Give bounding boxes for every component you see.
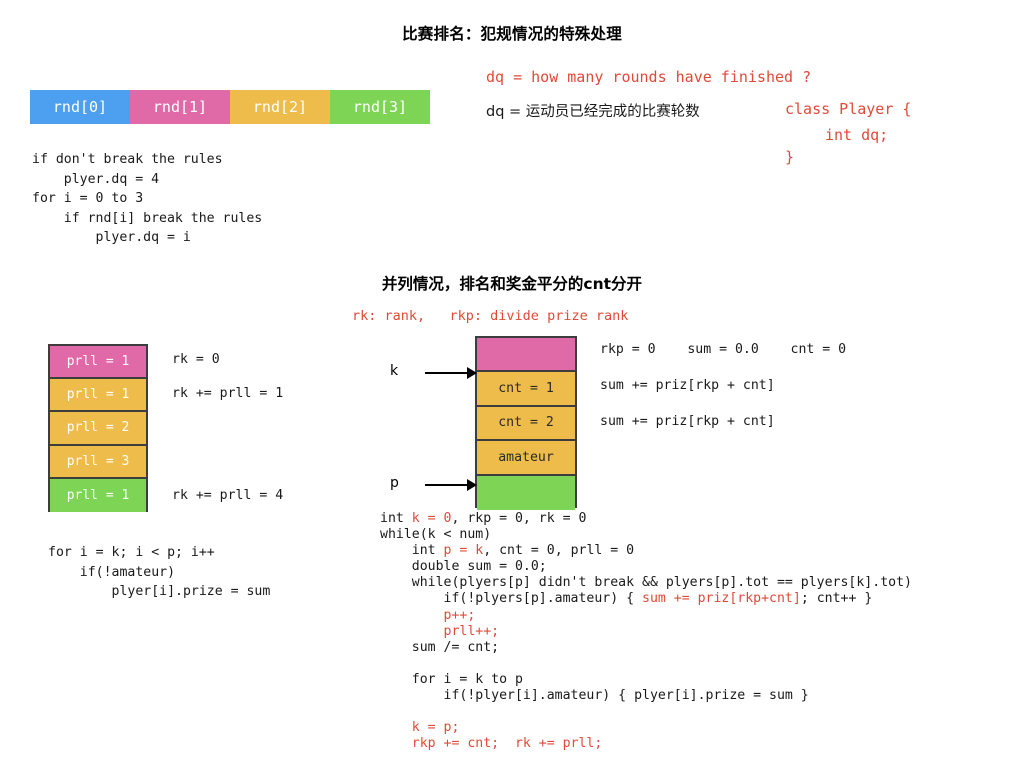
code-segment: ; cnt++ } [800, 591, 873, 607]
code-segment: for i = k to p [380, 671, 523, 687]
section-two-title: 并列情况，排名和奖金平分的cnt分开 [381, 275, 643, 293]
code-segment: p = k [443, 543, 484, 559]
dq-pseudocode-block: if don't break the rules plyer.dq = 4 fo… [32, 152, 263, 245]
cnt-row-1: cnt = 1 [477, 372, 575, 407]
prll-row-3: prll = 3 [50, 445, 146, 479]
code-line-13: k = p; [380, 720, 912, 736]
pointer-label-p: p [390, 475, 399, 491]
cnt-annotation-2: sum += priz[rkp + cnt] [600, 414, 775, 429]
code-line-1: while(k < num) [380, 527, 912, 543]
pointer-arrow-head-p [467, 479, 477, 492]
rank-legend: rk: rank, rkp: divide prize rank [352, 308, 629, 324]
prize-loop-pseudocode: for i = k; i < p; i++ if(!amateur) plyer… [48, 545, 271, 599]
code-segment: , cnt = 0, prll = 0 [483, 543, 635, 559]
code-line-14: rkp += cnt; rk += prll; [380, 736, 912, 752]
code-line-4: while(plyers[p] didn't break && plyers[p… [380, 575, 912, 591]
code-segment: sum /= cnt; [380, 639, 500, 655]
class-player-open: class Player { [785, 100, 912, 118]
code-segment: k = p; [380, 720, 460, 736]
rnd-cell-1: rnd[1] [130, 90, 230, 124]
code-line-7: prll++; [380, 624, 912, 640]
page-title: 比赛排名：犯规情况的特殊处理 [402, 25, 622, 43]
cnt-stack-pointers: kp [390, 336, 480, 516]
prll-annotation-1: rk += prll = 1 [172, 386, 284, 401]
cnt-annotation-1: sum += priz[rkp + cnt] [600, 378, 775, 393]
code-line-5: if(!plyers[p].amateur) { sum += priz[rkp… [380, 591, 912, 607]
code-line-3: double sum = 0.0; [380, 559, 912, 575]
code-segment: , rkp = 0, rk = 0 [451, 511, 587, 526]
code-segment: if(!plyers[p].amateur) { [380, 591, 643, 607]
code-line-0: int k = 0, rkp = 0, rk = 0 [380, 511, 912, 527]
prll-row-2: prll = 2 [50, 412, 146, 446]
code-segment: k = 0 [411, 511, 452, 526]
code-segment: rkp += cnt; rk += prll; [380, 736, 603, 752]
dq-definition-chinese: dq = 运动员已经完成的比赛轮数 [486, 104, 700, 120]
prll-row-4: prll = 1 [50, 478, 146, 512]
prll-stack: prll = 1 prll = 1 prll = 2 prll = 3 prll = 1 [48, 344, 148, 512]
pointer-arrow-line-p [425, 484, 469, 487]
pointer-label-k: k [390, 363, 399, 379]
code-segment: int [380, 543, 444, 559]
code-segment: while(plyers[p] didn't break && plyers[p… [380, 575, 912, 591]
pointer-arrow-line-k [425, 372, 469, 375]
rnd-round-bar: rnd[0] rnd[1] rnd[2] rnd[3] [30, 90, 430, 124]
prll-row-1: prll = 1 [50, 379, 146, 413]
tie-handling-code-block: int k = 0, rkp = 0, rk = 0 while(k < num)… [380, 511, 912, 752]
prll-annotation-0: rk = 0 [172, 352, 220, 367]
code-segment: if(!plyer[i].amateur) { plyer[i].prize =… [380, 688, 809, 704]
cnt-row-2: cnt = 2 [477, 406, 575, 442]
code-segment: sum += priz[rkp+cnt] [642, 591, 801, 607]
pointer-arrow-head-k [467, 367, 477, 380]
code-line-2: int p = k, cnt = 0, prll = 0 [380, 543, 912, 559]
cnt-row-3: amateur [477, 441, 575, 476]
prll-row-0: prll = 1 [50, 346, 146, 380]
code-segment: double sum = 0.0; [380, 559, 547, 575]
code-line-10: for i = k to p [380, 672, 912, 688]
code-line-8: sum /= cnt; [380, 640, 912, 656]
cnt-row-4 [477, 475, 575, 510]
rnd-cell-0: rnd[0] [30, 90, 130, 124]
code-segment: while(k < num) [380, 527, 492, 543]
cnt-row-0 [477, 338, 575, 373]
code-line-11: if(!plyer[i].amateur) { plyer[i].prize =… [380, 688, 912, 704]
code-line-6: p++; [380, 608, 912, 624]
prll-annotation-2: rk += prll = 4 [172, 488, 284, 503]
code-segment: int [380, 511, 412, 526]
cnt-stack: cnt = 1 cnt = 2 amateur [475, 336, 577, 510]
code-segment: p++; [380, 607, 476, 623]
class-player-field: int dq; [825, 126, 889, 144]
cnt-annotation-0: rkp = 0 sum = 0.0 cnt = 0 [600, 342, 847, 357]
code-segment: prll++; [380, 623, 500, 639]
dq-definition-english: dq = how many rounds have finished ? [486, 68, 812, 86]
rnd-cell-3: rnd[3] [330, 90, 430, 124]
rnd-cell-2: rnd[2] [230, 90, 330, 124]
class-player-close: } [785, 148, 795, 166]
